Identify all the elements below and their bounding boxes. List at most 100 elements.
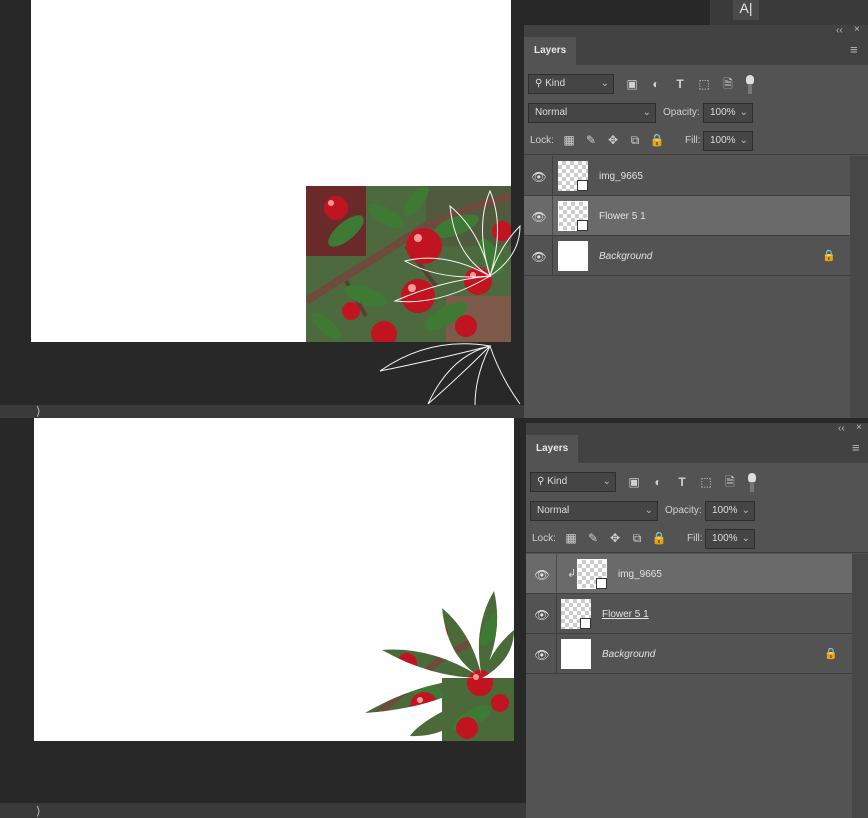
bottom-opacity-chevron-icon: ⌄ xyxy=(741,505,750,516)
bottom-shape-badge-icon xyxy=(580,618,591,629)
bottom-opacity-field[interactable]: 100% ⌄ xyxy=(705,501,755,521)
top-layer-row-flower-5-1[interactable]: 👁 Flower 5 1 xyxy=(524,196,850,236)
top-image-filter-icon[interactable]: ▣ xyxy=(624,76,640,92)
bottom-type-filter-icon[interactable]: T xyxy=(674,474,690,490)
bottom-eye-divider xyxy=(556,594,557,634)
bottom-blend-mode-dropdown[interactable]: Normal ⌄ xyxy=(530,501,658,521)
bottom-eye-divider xyxy=(556,634,557,674)
type-tool-icon: A| xyxy=(739,0,753,16)
top-smart-object-filter-icon[interactable]: 🗎 xyxy=(720,76,736,92)
bottom-lock-all-icon[interactable]: 🔒 xyxy=(651,530,667,546)
bottom-layer-row-background[interactable]: 👁 Background 🔒 xyxy=(526,634,852,674)
bottom-lock-image-pixels-icon[interactable]: ✎ xyxy=(585,530,601,546)
top-fill-chevron-icon: ⌄ xyxy=(739,135,748,146)
top-lock-all-icon[interactable]: 🔒 xyxy=(649,132,665,148)
top-blend-mode-value: Normal xyxy=(535,107,568,118)
bottom-fill-chevron-icon: ⌄ xyxy=(741,533,750,544)
top-blend-mode-dropdown[interactable]: Normal ⌄ xyxy=(528,103,656,123)
bottom-tab-layers[interactable]: Layers xyxy=(526,435,579,463)
top-opacity-value: 100% xyxy=(710,107,736,118)
top-flower-path-outline[interactable] xyxy=(370,186,524,405)
top-filter-chevron-icon: ⌄ xyxy=(600,78,609,89)
bottom-smart-object-filter-icon[interactable]: 🗎 xyxy=(722,474,738,490)
top-layer-name[interactable]: Background xyxy=(599,251,652,262)
top-filter-kind-dropdown[interactable]: ⚲ Kind ⌄ xyxy=(528,74,614,94)
bottom-layer-row-flower-5-1[interactable]: 👁 Flower 5 1 xyxy=(526,594,852,634)
top-panel-menu-icon[interactable]: ≡ xyxy=(850,42,858,57)
top-close-icon[interactable]: × xyxy=(854,24,860,35)
bottom-layers-divider xyxy=(526,552,868,553)
bottom-lock-transparent-pixels-icon[interactable]: ▦ xyxy=(563,530,579,546)
bottom-layer-name[interactable]: img_9665 xyxy=(618,569,662,580)
top-opacity-field[interactable]: 100% ⌄ xyxy=(703,103,753,123)
bottom-layer-lock-icon: 🔒 xyxy=(824,648,838,660)
bottom-collapse-icon[interactable]: ‹‹ xyxy=(838,423,845,434)
top-fill-label: Fill: xyxy=(685,135,701,146)
type-tool-button[interactable]: A| xyxy=(733,0,759,20)
bottom-layer-row-img-9665[interactable]: 👁 ↲ img_9665 xyxy=(526,554,852,594)
top-lock-position-icon[interactable]: ✥ xyxy=(605,132,621,148)
top-eye-icon[interactable]: 👁 xyxy=(531,210,547,224)
bottom-layer-name[interactable]: Background xyxy=(602,649,655,660)
top-layer-thumbnail xyxy=(558,241,588,271)
top-status-arrow-icon[interactable]: ⟩ xyxy=(36,404,41,418)
top-collapse-icon[interactable]: ‹‹ xyxy=(836,25,843,36)
bottom-layer-thumbnail xyxy=(561,639,591,669)
bottom-eye-icon[interactable]: 👁 xyxy=(534,608,550,622)
top-tab-layers[interactable]: Layers xyxy=(524,37,577,65)
top-filter-toggle-track xyxy=(748,84,752,94)
top-layer-name[interactable]: Flower 5 1 xyxy=(599,211,646,222)
bottom-lock-label: Lock: xyxy=(532,533,556,544)
top-eye-icon[interactable]: 👁 xyxy=(531,170,547,184)
top-layers-scrollbar[interactable] xyxy=(850,156,868,418)
bottom-layers-scrollbar[interactable] xyxy=(852,554,868,818)
top-opacity-label: Opacity: xyxy=(663,107,700,118)
top-layers-panel: ‹‹ × Layers ≡ ⚲ Kind ⌄ ▣ ◐ T ⬚ 🗎 Normal … xyxy=(524,24,868,418)
bottom-fill-label: Fill: xyxy=(687,533,703,544)
top-layer-lock-icon: 🔒 xyxy=(822,250,836,262)
bottom-opacity-label: Opacity: xyxy=(665,505,702,516)
bottom-image-filter-icon[interactable]: ▣ xyxy=(626,474,642,490)
top-layer-row-background[interactable]: 👁 Background 🔒 xyxy=(524,236,850,276)
top-layers-divider xyxy=(524,154,868,155)
bottom-opacity-value: 100% xyxy=(712,505,738,516)
bottom-panel-menu-icon[interactable]: ≡ xyxy=(852,440,860,455)
bottom-clipping-arrow-icon: ↲ xyxy=(567,568,577,580)
bottom-layers-list: 👁 ↲ img_9665 👁 Flower 5 1 👁 Background 🔒 xyxy=(526,554,852,818)
bottom-filter-kind-dropdown[interactable]: ⚲ Kind ⌄ xyxy=(530,472,616,492)
bottom-adjustment-filter-icon[interactable]: ◐ xyxy=(650,474,666,490)
bottom-fill-value: 100% xyxy=(712,533,738,544)
bottom-close-icon[interactable]: × xyxy=(856,422,862,433)
bottom-clipped-flower-image[interactable] xyxy=(362,588,514,741)
bottom-shape-filter-icon[interactable]: ⬚ xyxy=(698,474,714,490)
top-tab-bar: Layers ≡ xyxy=(524,37,868,65)
top-adjustment-filter-icon[interactable]: ◐ xyxy=(648,76,664,92)
top-layer-name[interactable]: img_9665 xyxy=(599,171,643,182)
top-shape-filter-icon[interactable]: ⬚ xyxy=(696,76,712,92)
top-status-bar: ⟩ xyxy=(0,404,524,418)
bottom-layer-name[interactable]: Flower 5 1 xyxy=(602,609,649,620)
top-lock-transparent-pixels-icon[interactable]: ▦ xyxy=(561,132,577,148)
top-eye-icon[interactable]: 👁 xyxy=(531,250,547,264)
top-search-icon: ⚲ xyxy=(535,78,546,89)
top-eye-divider xyxy=(552,196,553,236)
bottom-artboard-lock-icon[interactable]: ⧉ xyxy=(629,530,645,546)
top-eye-divider xyxy=(552,156,553,196)
bottom-filter-toggle-track xyxy=(750,482,754,492)
top-lock-image-pixels-icon[interactable]: ✎ xyxy=(583,132,599,148)
top-blend-chevron-icon: ⌄ xyxy=(642,107,651,118)
top-type-filter-icon[interactable]: T xyxy=(672,76,688,92)
bottom-eye-icon[interactable]: 👁 xyxy=(534,568,550,582)
bottom-status-arrow-icon[interactable]: ⟩ xyxy=(36,804,41,818)
bottom-fill-field[interactable]: 100% ⌄ xyxy=(705,529,755,549)
top-layer-row-img-9665[interactable]: 👁 img_9665 xyxy=(524,156,850,196)
top-fill-field[interactable]: 100% ⌄ xyxy=(703,131,753,151)
top-artboard-lock-icon[interactable]: ⧉ xyxy=(627,132,643,148)
bottom-filter-chevron-icon: ⌄ xyxy=(602,476,611,487)
top-layers-list: 👁 img_9665 👁 Flower 5 1 👁 Background 🔒 xyxy=(524,156,850,418)
top-filter-kind-value: Kind xyxy=(545,78,566,89)
top-opacity-chevron-icon: ⌄ xyxy=(739,107,748,118)
top-panel-header: ‹‹ × xyxy=(524,24,868,37)
bottom-lock-position-icon[interactable]: ✥ xyxy=(607,530,623,546)
bottom-eye-icon[interactable]: 👁 xyxy=(534,648,550,662)
